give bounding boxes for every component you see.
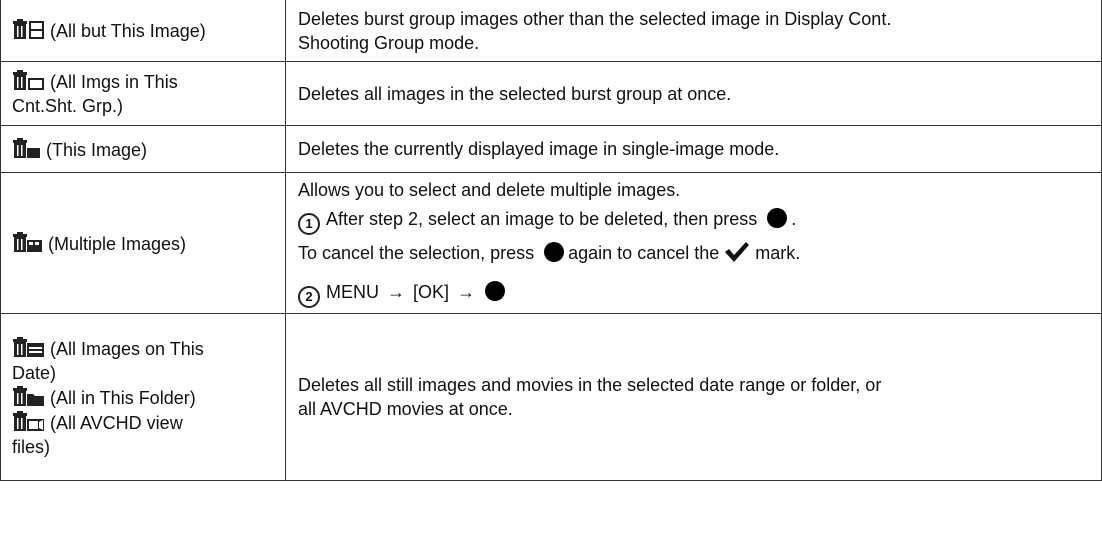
cancel-text: mark. bbox=[755, 242, 801, 263]
step-1: 1 After step 2, select an image to be del… bbox=[298, 203, 1091, 235]
description-text: all AVCHD movies at once. bbox=[298, 399, 513, 419]
option-item: (All Images on This Date) bbox=[12, 336, 275, 385]
description-text: Deletes all images in the selected burst… bbox=[298, 83, 732, 104]
option-label: (All Images on This bbox=[50, 338, 204, 359]
checkmark-icon bbox=[724, 239, 750, 275]
step-number-2: 2 bbox=[298, 285, 320, 308]
center-button-icon bbox=[544, 241, 565, 262]
option-label: (This Image) bbox=[46, 139, 148, 160]
option-cell: (All Images on This Date) (All in This F… bbox=[0, 313, 286, 481]
option-label: files) bbox=[12, 436, 51, 457]
cancel-text: To cancel the selection, press bbox=[298, 242, 535, 263]
step-number-1: 1 bbox=[298, 212, 320, 235]
description-text: Deletes all still images and movies in t… bbox=[298, 375, 882, 395]
step-2: 2 MENU → [OK] → bbox=[298, 275, 1091, 309]
option-label: Date) bbox=[12, 362, 57, 383]
delete-all-but-this-icon bbox=[12, 18, 46, 40]
option-cell: (This Image) bbox=[0, 125, 286, 173]
description-cell: Allows you to select and delete multiple… bbox=[285, 172, 1102, 314]
option-cell: (All Imgs in This Cnt.Sht. Grp.) bbox=[0, 61, 286, 126]
table-row: (All Imgs in This Cnt.Sht. Grp.) Deletes… bbox=[0, 61, 1102, 126]
option-label: (All AVCHD view bbox=[50, 412, 183, 433]
delete-options-table: (All but This Image) Deletes burst group… bbox=[0, 0, 1102, 481]
option-cell: (Multiple Images) bbox=[0, 172, 286, 314]
delete-burst-group-icon bbox=[12, 69, 46, 91]
option-label: (All Imgs in This bbox=[50, 72, 178, 92]
option-label: (All in This Folder) bbox=[50, 387, 196, 408]
option-cell: (All but This Image) bbox=[0, 0, 286, 62]
multi-intro: Allows you to select and delete multiple… bbox=[298, 178, 1091, 203]
center-button-icon bbox=[767, 207, 788, 228]
cancel-text: again to cancel the bbox=[568, 242, 720, 263]
table-row: (Multiple Images) Allows you to select a… bbox=[0, 172, 1102, 314]
step-text: After step 2, select an image to be dele… bbox=[326, 208, 758, 229]
delete-multiple-icon bbox=[12, 231, 44, 253]
delete-this-image-icon bbox=[12, 137, 42, 159]
arrow-right-icon: → bbox=[387, 281, 405, 302]
delete-date-icon bbox=[12, 336, 46, 358]
center-button-icon bbox=[485, 280, 506, 301]
option-label: (All but This Image) bbox=[50, 21, 206, 41]
option-item: (All in This Folder) bbox=[12, 385, 275, 410]
table-row: (All Images on This Date) (All in This F… bbox=[0, 313, 1102, 481]
ok-text: [OK] bbox=[413, 281, 450, 302]
description-cell: Deletes burst group images other than th… bbox=[285, 0, 1102, 62]
description-cell: Deletes all images in the selected burst… bbox=[285, 61, 1102, 126]
menu-text: MENU bbox=[326, 281, 379, 302]
delete-avchd-icon bbox=[12, 410, 46, 432]
description-text: Deletes the currently displayed image in… bbox=[298, 139, 780, 159]
option-label: Cnt.Sht. Grp.) bbox=[12, 96, 124, 116]
punctuation: . bbox=[791, 208, 797, 229]
description-text: Deletes burst group images other than th… bbox=[298, 8, 892, 29]
cancel-instruction: To cancel the selection, press again to c… bbox=[298, 235, 1091, 275]
description-cell: Deletes the currently displayed image in… bbox=[285, 125, 1102, 173]
arrow-right-icon: → bbox=[457, 281, 476, 302]
table-row: (This Image) Deletes the currently displ… bbox=[0, 125, 1102, 173]
description-cell: Deletes all still images and movies in t… bbox=[285, 313, 1102, 481]
description-text: Shooting Group mode. bbox=[298, 32, 480, 53]
table-row: (All but This Image) Deletes burst group… bbox=[0, 0, 1102, 62]
delete-folder-icon bbox=[12, 385, 46, 407]
description-text: Allows you to select and delete multiple… bbox=[298, 179, 681, 200]
option-item: (All AVCHD view files) bbox=[12, 410, 275, 459]
option-label: (Multiple Images) bbox=[48, 233, 187, 254]
